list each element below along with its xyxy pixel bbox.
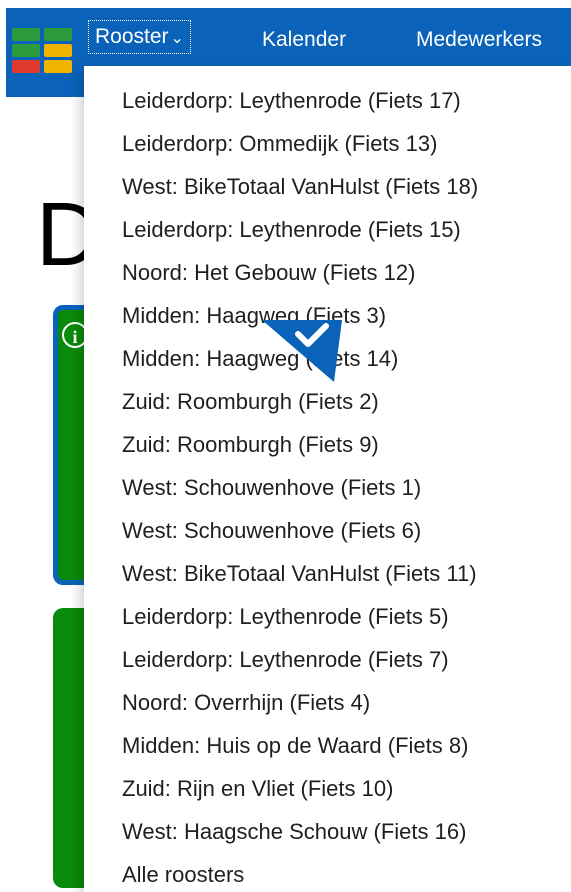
menu-item[interactable]: Midden: Huis op de Waard (Fiets 8)	[122, 733, 468, 759]
menu-item-all[interactable]: Alle roosters	[122, 862, 244, 888]
menu-item[interactable]: West: Haagsche Schouw (Fiets 16)	[122, 819, 466, 845]
menu-item[interactable]: Leiderdorp: Leythenrode (Fiets 17)	[122, 88, 461, 114]
menu-item[interactable]: West: Schouwenhove (Fiets 1)	[122, 475, 421, 501]
nav-rooster[interactable]: Rooster ⌄	[88, 20, 191, 54]
grid-logo-icon[interactable]	[12, 28, 72, 74]
menu-item[interactable]: Leiderdorp: Leythenrode (Fiets 15)	[122, 217, 461, 243]
menu-item[interactable]: West: BikeTotaal VanHulst (Fiets 11)	[122, 561, 477, 587]
menu-item[interactable]: Zuid: Rijn en Vliet (Fiets 10)	[122, 776, 393, 802]
chevron-down-icon: ⌄	[170, 30, 184, 47]
menu-item[interactable]: West: BikeTotaal VanHulst (Fiets 18)	[122, 174, 478, 200]
menu-item[interactable]: Noord: Het Gebouw (Fiets 12)	[122, 260, 415, 286]
nav-medewerkers[interactable]: Medewerkers	[416, 28, 542, 52]
menu-item[interactable]: Leiderdorp: Leythenrode (Fiets 7)	[122, 647, 449, 673]
menu-item[interactable]: Leiderdorp: Ommedijk (Fiets 13)	[122, 131, 437, 157]
menu-item[interactable]: Zuid: Roomburgh (Fiets 9)	[122, 432, 379, 458]
nav-rooster-label: Rooster	[95, 25, 169, 48]
menu-item[interactable]: Noord: Overrhijn (Fiets 4)	[122, 690, 370, 716]
menu-item[interactable]: Midden: Haagweg (Fiets 3)	[122, 303, 386, 329]
rooster-dropdown-menu: Leiderdorp: Leythenrode (Fiets 17) Leide…	[84, 66, 571, 892]
menu-item[interactable]: Zuid: Roomburgh (Fiets 2)	[122, 389, 379, 415]
menu-item[interactable]: West: Schouwenhove (Fiets 6)	[122, 518, 421, 544]
menu-item[interactable]: Leiderdorp: Leythenrode (Fiets 5)	[122, 604, 449, 630]
menu-item[interactable]: Midden: Haagweg (Fiets 14)	[122, 346, 398, 372]
nav-kalender[interactable]: Kalender	[262, 28, 346, 52]
checkmark-icon	[262, 320, 342, 382]
